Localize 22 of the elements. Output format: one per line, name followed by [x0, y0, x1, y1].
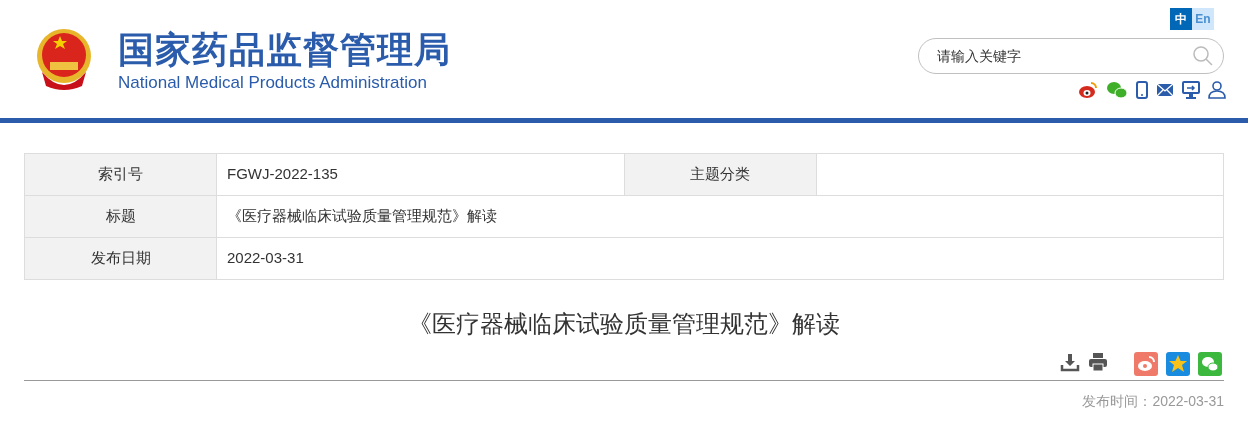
phone-icon[interactable]: [1136, 81, 1148, 99]
field-label: 主题分类: [624, 154, 817, 196]
wechat-share-icon[interactable]: [1198, 352, 1222, 376]
language-toggle[interactable]: 中: [1170, 8, 1192, 30]
site-title: 国家药品监督管理局: [118, 28, 451, 72]
star-share-icon[interactable]: [1166, 352, 1190, 376]
field-label: 标题: [25, 196, 217, 238]
field-value: 2022-03-31: [217, 238, 1224, 280]
field-label: 发布日期: [25, 238, 217, 280]
field-label: 索引号: [25, 154, 217, 196]
mail-icon[interactable]: [1156, 83, 1174, 97]
article-title: 《医疗器械临床试验质量管理规范》解读: [408, 309, 840, 339]
site-subtitle: National Medical Products Administration: [118, 72, 428, 94]
field-value: 《医疗器械临床试验质量管理规范》解读: [217, 196, 1224, 238]
weibo-share-icon[interactable]: [1134, 352, 1158, 376]
field-value: FGWJ-2022-135: [217, 154, 625, 196]
publish-time: 发布时间：2022-03-31: [1082, 392, 1224, 411]
monitor-icon[interactable]: [1182, 81, 1200, 99]
search-field[interactable]: 请输入关键字: [918, 38, 1224, 74]
wechat-icon[interactable]: [1106, 81, 1128, 99]
user-icon[interactable]: [1208, 81, 1226, 99]
weibo-icon[interactable]: [1078, 81, 1098, 99]
